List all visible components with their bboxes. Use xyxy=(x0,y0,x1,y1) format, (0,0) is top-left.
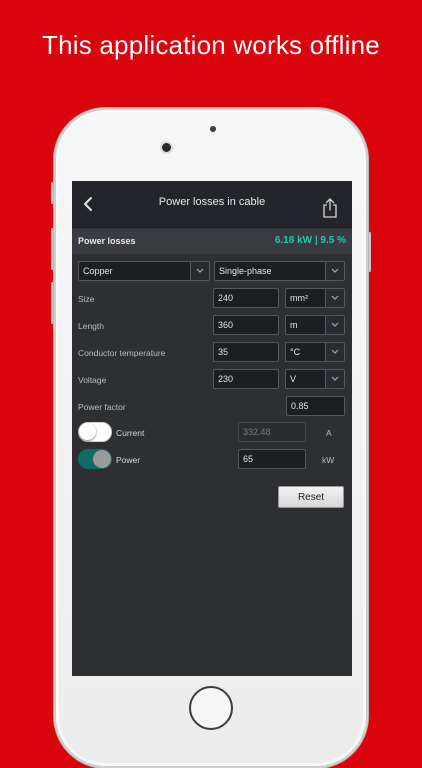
material-select[interactable]: Copper xyxy=(78,261,210,281)
power-label: Power xyxy=(116,455,141,465)
chevron-down-icon[interactable] xyxy=(325,343,344,361)
toggle-knob xyxy=(93,450,111,468)
temperature-unit-value: °C xyxy=(290,347,301,357)
app-screen: Power losses in cable Power losses 6.18 … xyxy=(72,181,352,676)
front-camera xyxy=(162,143,171,152)
current-unit: A xyxy=(326,428,332,438)
current-label: Current xyxy=(116,428,145,438)
length-unit-value: m xyxy=(290,320,298,330)
chevron-down-icon[interactable] xyxy=(325,316,344,334)
current-toggle[interactable] xyxy=(78,422,112,442)
page-title: Power losses in cable xyxy=(158,196,266,208)
chevron-down-icon[interactable] xyxy=(325,289,344,307)
earpiece xyxy=(210,126,216,132)
chevron-down-icon[interactable] xyxy=(325,370,344,388)
home-button xyxy=(189,686,233,730)
summary-bar: Power losses 6.18 kW | 9.5 % xyxy=(72,228,352,254)
current-input: 332.48 xyxy=(238,422,306,442)
reset-button[interactable]: Reset xyxy=(278,486,344,508)
length-unit-select[interactable]: m xyxy=(285,315,345,335)
voltage-input[interactable]: 230 xyxy=(213,369,279,389)
size-input[interactable]: 240 xyxy=(213,288,279,308)
chevron-down-icon[interactable] xyxy=(190,262,209,280)
length-label: Length xyxy=(78,321,104,331)
temperature-input[interactable]: 35 xyxy=(213,342,279,362)
toggle-knob xyxy=(79,423,96,440)
size-unit-select[interactable]: mm² xyxy=(285,288,345,308)
size-unit-value: mm² xyxy=(290,293,308,303)
temperature-unit-select[interactable]: °C xyxy=(285,342,345,362)
power-factor-input[interactable]: 0.85 xyxy=(286,396,345,416)
navigation-bar: Power losses in cable xyxy=(72,181,352,228)
voltage-unit-select[interactable]: V xyxy=(285,369,345,389)
power-button xyxy=(368,232,371,272)
phase-value: Single-phase xyxy=(219,266,272,276)
length-input[interactable]: 360 xyxy=(213,315,279,335)
summary-title: Power losses xyxy=(78,236,136,246)
size-label: Size xyxy=(78,294,95,304)
power-unit: kW xyxy=(322,455,335,465)
voltage-unit-value: V xyxy=(290,374,297,384)
power-input[interactable]: 65 xyxy=(238,449,306,469)
chevron-down-icon[interactable] xyxy=(325,262,344,280)
material-value: Copper xyxy=(83,266,113,276)
voltage-label: Voltage xyxy=(78,375,107,385)
phase-select[interactable]: Single-phase xyxy=(214,261,345,281)
headline: This application works offline xyxy=(42,30,380,60)
summary-result: 6.18 kW | 9.5 % xyxy=(274,235,346,246)
temperature-label: Conductor temperature xyxy=(78,348,166,358)
power-factor-label: Power factor xyxy=(78,402,126,412)
power-toggle[interactable] xyxy=(78,449,112,469)
share-icon[interactable] xyxy=(322,198,338,218)
